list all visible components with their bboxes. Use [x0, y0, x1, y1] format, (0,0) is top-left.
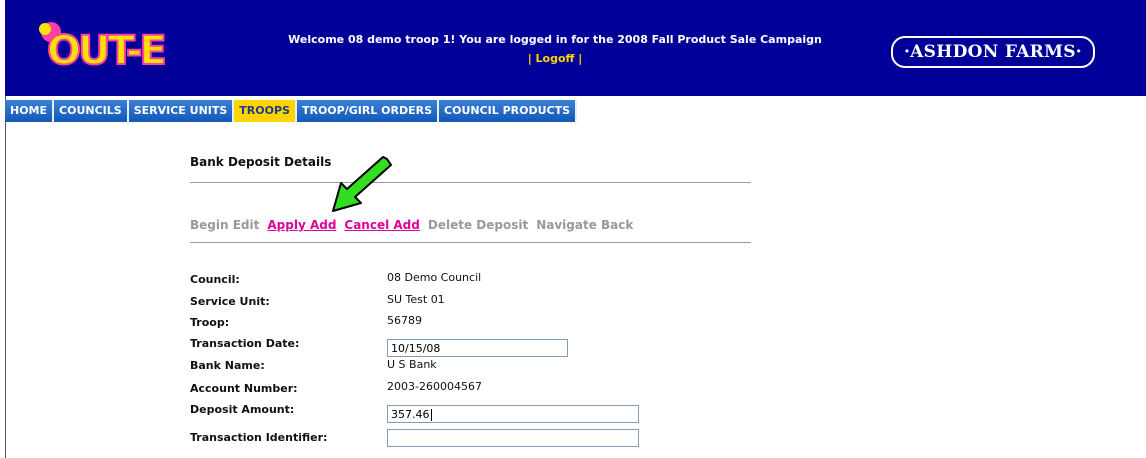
cancel-add-button[interactable]: Cancel Add: [344, 218, 419, 232]
bank-name-label: Bank Name:: [190, 359, 265, 372]
transaction-date-input[interactable]: 10/15/08: [387, 339, 568, 357]
header-banner: OUT-E Welcome 08 demo troop 1! You are l…: [5, 0, 1146, 96]
action-bar: Begin Edit Apply Add Cancel Add Delete D…: [190, 218, 633, 232]
apply-add-button[interactable]: Apply Add: [267, 218, 336, 232]
divider: [190, 242, 751, 243]
deposit-amount-value: 357.46: [391, 408, 430, 421]
welcome-text: Welcome 08 demo troop 1! You are logged …: [288, 33, 822, 46]
logo-wordmark: OUT-E: [47, 28, 164, 74]
welcome-message: Welcome 08 demo troop 1! You are logged …: [235, 30, 875, 68]
transaction-identifier-input[interactable]: [387, 429, 639, 447]
account-number-label: Account Number:: [190, 382, 298, 395]
out-e-logo: OUT-E: [39, 22, 168, 74]
transaction-date-value: 10/15/08: [391, 342, 441, 355]
nav-council-products[interactable]: COUNCIL PRODUCTS: [439, 100, 578, 122]
nav-service-units[interactable]: SERVICE UNITS: [128, 100, 235, 122]
service-unit-label: Service Unit:: [190, 295, 270, 308]
council-value: 08 Demo Council: [387, 271, 482, 284]
nav-home[interactable]: HOME: [5, 100, 55, 122]
divider: [190, 182, 751, 183]
service-unit-value: SU Test 01: [387, 293, 445, 306]
page-title: Bank Deposit Details: [190, 155, 332, 169]
nav-troop-girl-orders[interactable]: TROOP/GIRL ORDERS: [296, 100, 440, 122]
delete-deposit-button: Delete Deposit: [427, 218, 529, 232]
deposit-amount-label: Deposit Amount:: [190, 403, 295, 416]
troop-value: 56789: [387, 314, 422, 327]
green-arrow-icon: [332, 156, 392, 212]
account-number-value: 2003-260004567: [387, 380, 482, 393]
troop-label: Troop:: [190, 316, 230, 329]
nav-councils[interactable]: COUNCILS: [54, 100, 129, 122]
council-label: Council:: [190, 273, 240, 286]
transaction-identifier-label: Transaction Identifier:: [190, 431, 328, 444]
page: OUT-E Welcome 08 demo troop 1! You are l…: [0, 0, 1146, 458]
logoff-link[interactable]: | Logoff |: [235, 49, 875, 68]
navigate-back-button: Navigate Back: [536, 218, 634, 232]
ashdon-farms-logo: ·ASHDON FARMS·: [891, 36, 1095, 68]
nav-troops[interactable]: TROOPS: [234, 100, 297, 122]
transaction-date-label: Transaction Date:: [190, 337, 300, 350]
deposit-amount-input[interactable]: 357.46: [387, 405, 639, 423]
text-cursor: [430, 409, 432, 421]
begin-edit-button: Begin Edit: [190, 218, 260, 232]
main-nav: HOME COUNCILS SERVICE UNITS TROOPS TROOP…: [5, 100, 578, 122]
bank-name-value: U S Bank: [387, 358, 437, 371]
